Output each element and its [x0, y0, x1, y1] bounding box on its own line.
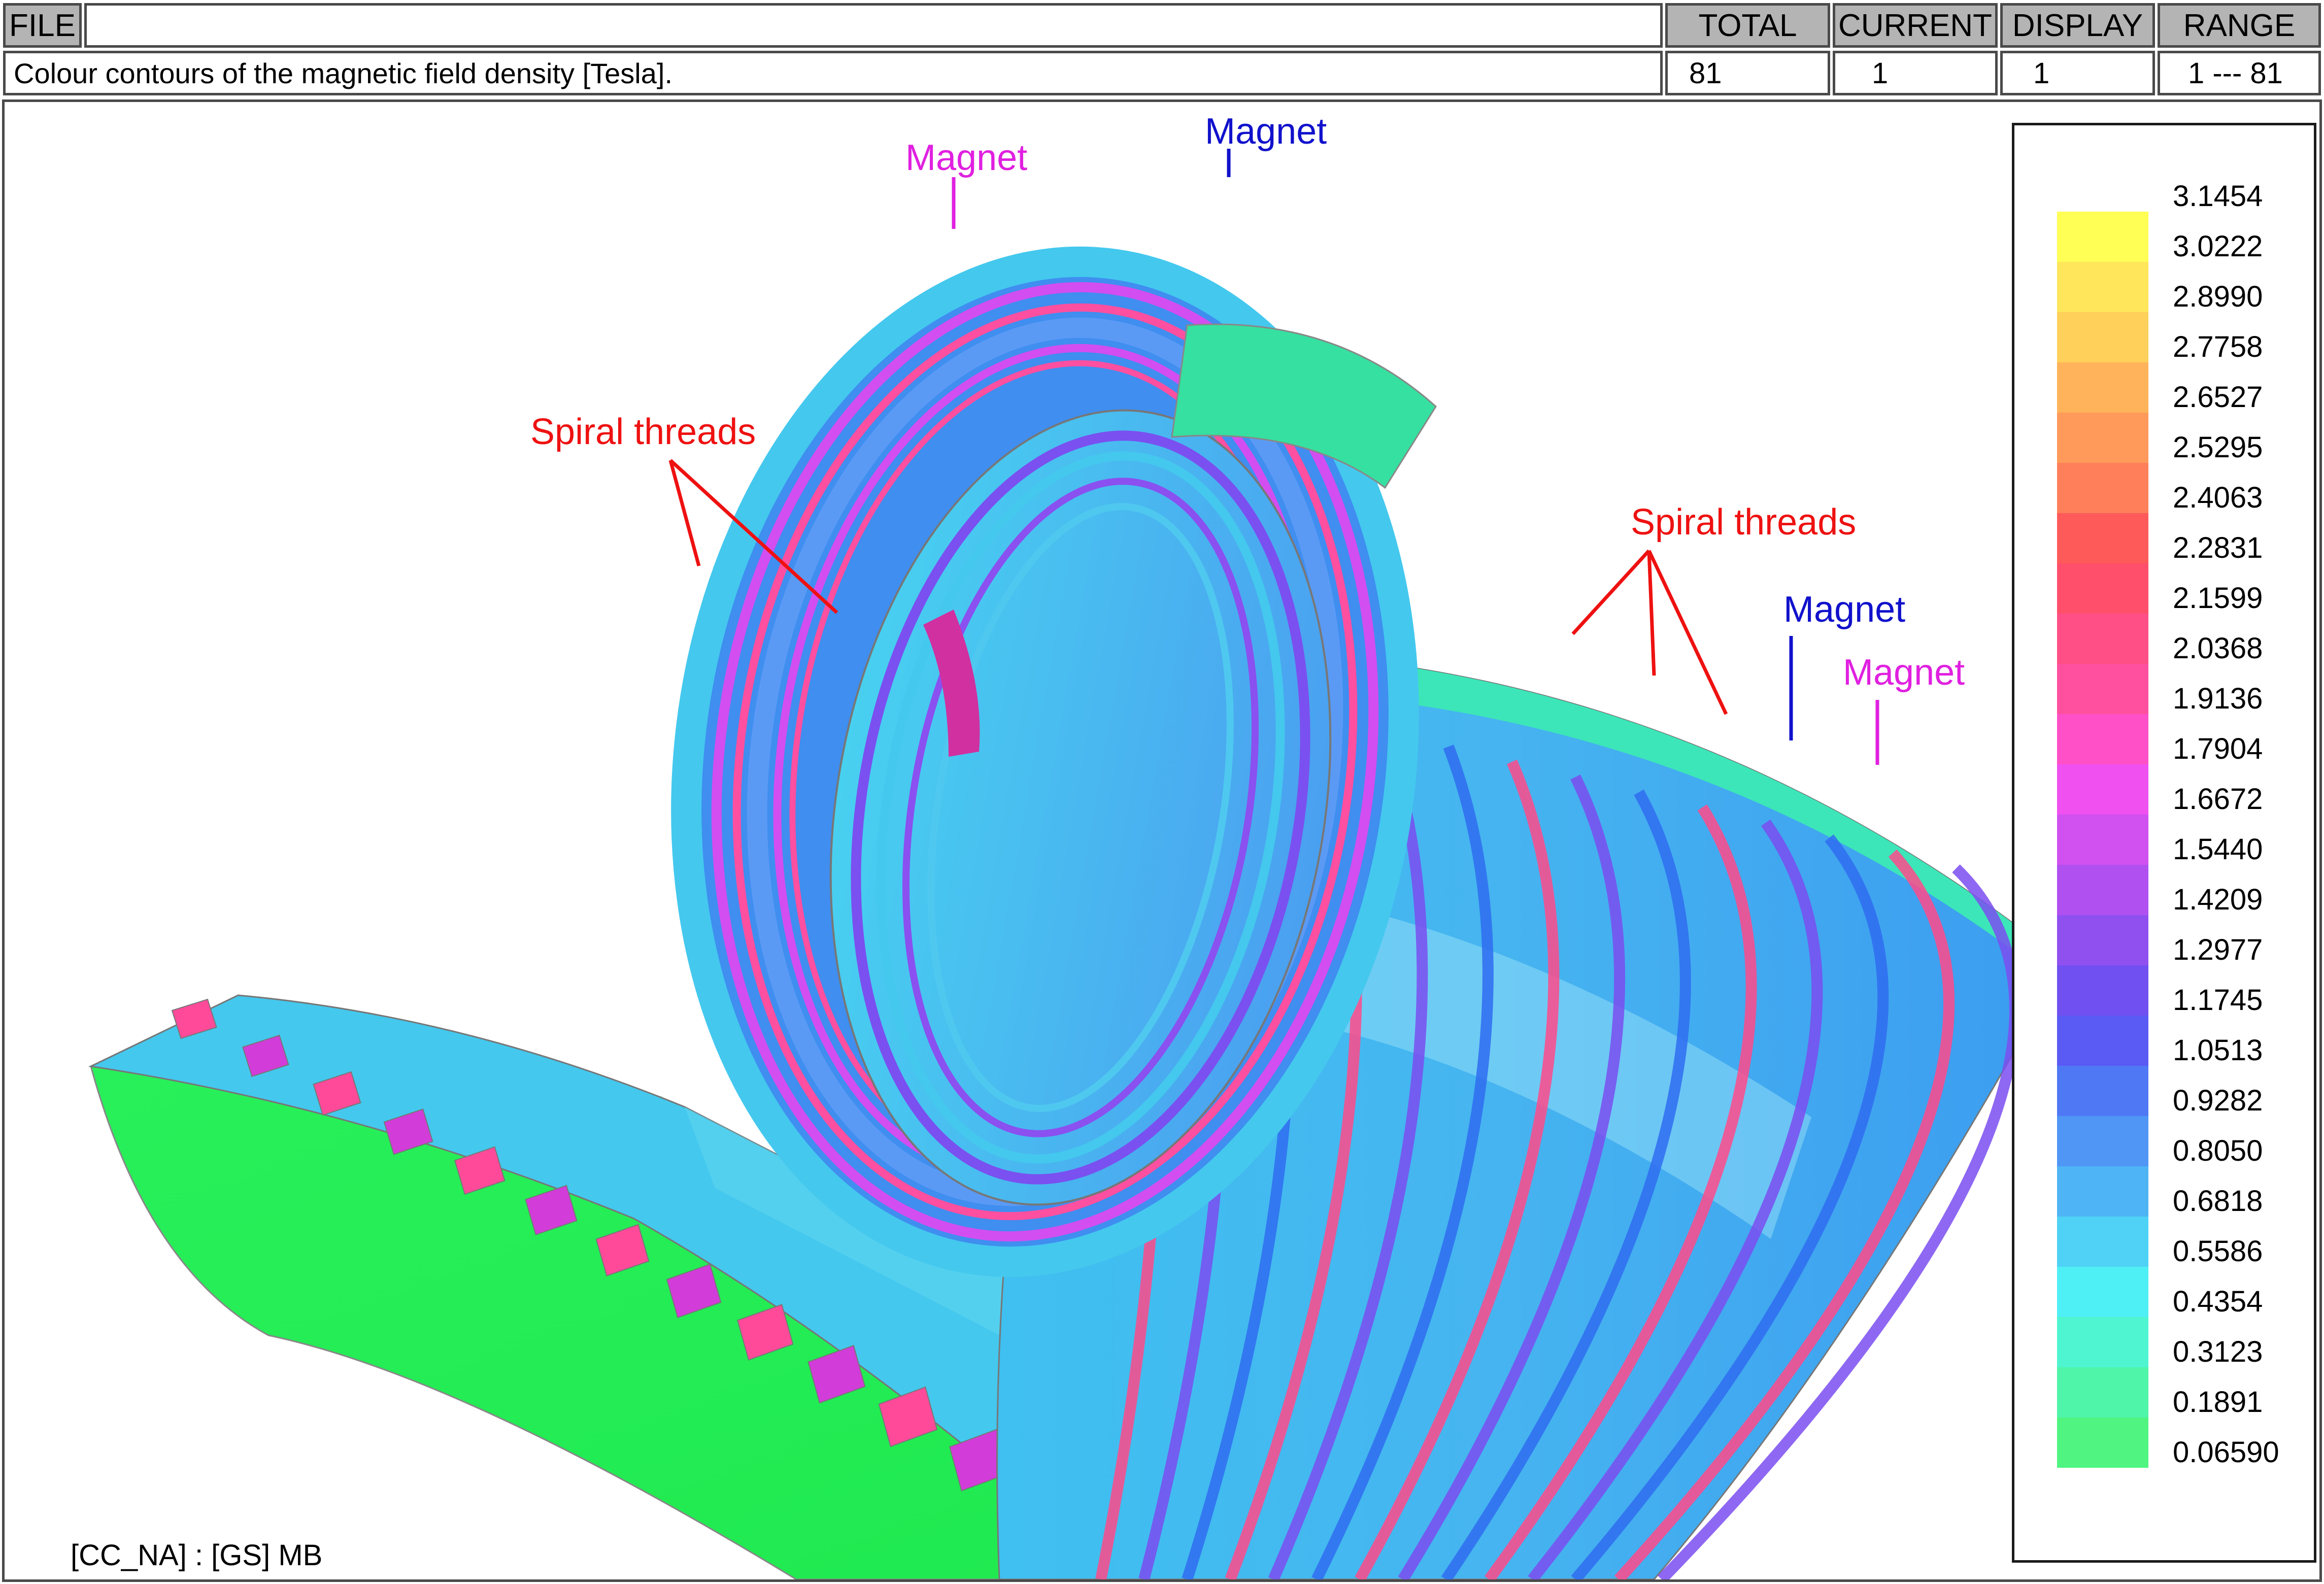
legend-tick: 1.0513 — [2173, 1034, 2263, 1067]
range-value: 1 --- 81 — [2158, 51, 2321, 95]
legend-tick: 0.8050 — [2173, 1134, 2263, 1167]
legend-swatch — [2057, 312, 2148, 362]
legend-tick: 0.4354 — [2173, 1285, 2263, 1318]
legend-swatch — [2057, 1166, 2148, 1217]
legend-swatch — [2057, 764, 2148, 815]
column-header-display: DISPLAY — [2000, 3, 2155, 48]
legend-swatch — [2057, 714, 2148, 764]
magnetic-field-contour-scene — [88, 149, 2020, 1579]
legend-swatch — [2057, 1367, 2148, 1418]
legend-tick: 0.9282 — [2173, 1084, 2263, 1117]
legend-swatch — [2057, 965, 2148, 1016]
legend-swatch — [2057, 1066, 2148, 1116]
legend-swatch — [2057, 815, 2148, 865]
annotation-magnet-right-magenta: Magnet — [1843, 652, 1965, 693]
display-value: 1 — [2000, 51, 2155, 95]
legend-tick: 0.6818 — [2173, 1185, 2263, 1218]
legend-tick: 2.1599 — [2173, 582, 2263, 615]
legend-swatch — [2057, 212, 2148, 262]
legend-swatch — [2057, 915, 2148, 965]
legend-swatch — [2057, 1317, 2148, 1367]
header-title-blank — [84, 3, 1663, 48]
annotation-spiral-threads-left: Spiral threads — [530, 412, 756, 452]
annotation-magnet-top-center: Magnet — [1205, 111, 1327, 152]
legend-tick: 0.3123 — [2173, 1335, 2263, 1368]
column-header-total: TOTAL — [1665, 3, 1830, 48]
legend-swatch — [2057, 1217, 2148, 1267]
legend-tick: 1.4209 — [2173, 883, 2263, 916]
legend-tick: 3.1454 — [2173, 180, 2263, 213]
total-value: 81 — [1665, 51, 1830, 95]
legend-tick: 0.1891 — [2173, 1386, 2263, 1419]
legend-tick: 0.5586 — [2173, 1235, 2263, 1268]
legend-tick: 1.7904 — [2173, 732, 2263, 765]
column-header-range: RANGE — [2158, 3, 2321, 48]
legend-tick: 1.2977 — [2173, 933, 2263, 966]
legend-tick: 2.8990 — [2173, 280, 2263, 313]
file-menu-button[interactable]: FILE — [3, 3, 82, 48]
annotation-magnet-right-blue: Magnet — [1783, 589, 1906, 630]
legend-tick: 1.6672 — [2173, 783, 2263, 816]
legend-swatch — [2057, 1116, 2148, 1166]
legend-swatch — [2057, 563, 2148, 614]
legend-tick: 1.9136 — [2173, 682, 2263, 715]
legend-colour-bar — [2057, 212, 2148, 1468]
plot-description: Colour contours of the magnetic field de… — [3, 51, 1663, 95]
legend-swatch — [2057, 1267, 2148, 1317]
legend-tick: 2.6527 — [2173, 381, 2263, 414]
legend-swatch — [2057, 865, 2148, 915]
graphics-viewport[interactable]: Magnet Magnet Spiral threads Spiral thre… — [2, 99, 2322, 1582]
legend-swatch — [2057, 1016, 2148, 1066]
legend-tick: 1.1745 — [2173, 984, 2263, 1017]
legend-swatch — [2057, 614, 2148, 664]
annotation-spiral-threads-right: Spiral threads — [1631, 502, 1857, 543]
legend-swatch — [2057, 513, 2148, 563]
legend-tick: 2.7758 — [2173, 330, 2263, 363]
legend-swatch — [2057, 1418, 2148, 1468]
legend-tick: 3.0222 — [2173, 230, 2263, 263]
colour-legend: 3.1454 3.0222 2.8990 2.7758 2.6527 2.5295 2.40… — [2012, 123, 2316, 1563]
legend-tick: 2.2831 — [2173, 531, 2263, 564]
legend-tick: 2.0368 — [2173, 632, 2263, 665]
legend-tick: 0.06590 — [2173, 1436, 2279, 1469]
header-bar: FILE TOTAL CURRENT DISPLAY RANGE Colour … — [0, 0, 2324, 98]
legend-tick: 1.5440 — [2173, 833, 2263, 866]
legend-tick: 2.4063 — [2173, 481, 2263, 514]
viewport-status-label: [CC_NA] : [GS] MB — [71, 1539, 323, 1572]
legend-swatch — [2057, 413, 2148, 463]
legend-swatch — [2057, 362, 2148, 413]
current-value: 1 — [1833, 51, 1998, 95]
annotation-magnet-top-left: Magnet — [905, 138, 1028, 178]
legend-tick: 2.5295 — [2173, 431, 2263, 464]
legend-swatch — [2057, 262, 2148, 312]
column-header-current: CURRENT — [1833, 3, 1998, 48]
legend-swatch — [2057, 664, 2148, 714]
legend-swatch — [2057, 463, 2148, 513]
